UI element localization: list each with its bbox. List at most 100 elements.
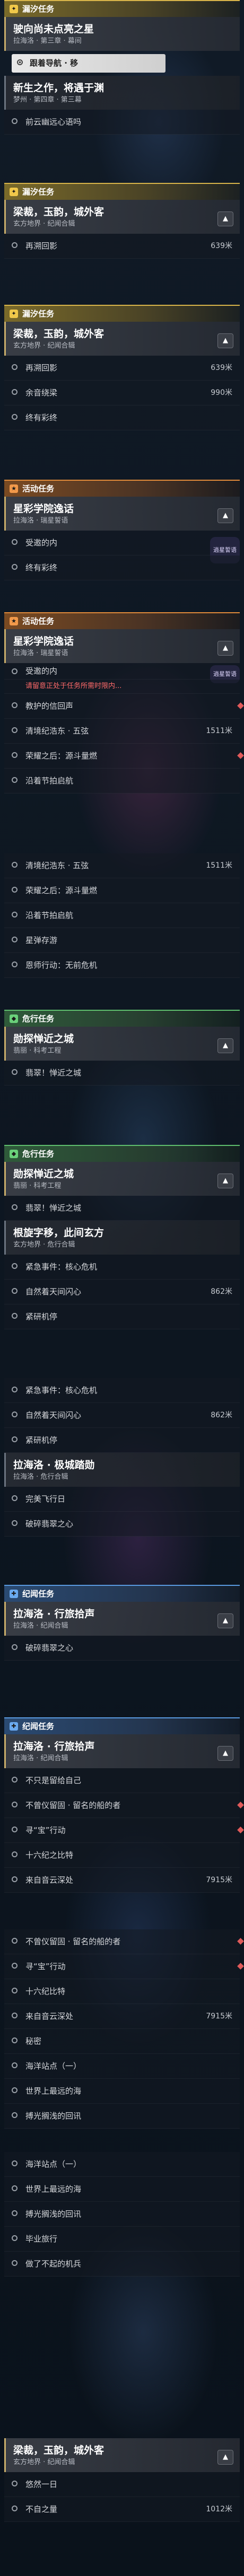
objective-ring-icon [12,1938,18,1944]
objective-item[interactable]: 再溯回影 639米 [4,234,240,259]
objective-ring-icon [12,1963,18,1969]
objective-item[interactable]: 受邀的内 逍星誓语 [4,531,240,563]
objective-item[interactable]: 紧急事件：核心危机 [4,1255,240,1280]
objective-item[interactable]: 寻“宝”行动 [4,1954,244,1979]
objective-item[interactable]: 翡翠！惮近之城 [4,1061,240,1086]
objective-item[interactable]: 紧研机停 [4,1428,240,1453]
objective-item[interactable]: 前云幽远心语吗 [4,110,240,135]
objective-item[interactable]: 世界上最远的海 [4,2177,240,2202]
objective-item[interactable]: 海洋站点（一） [4,2152,240,2177]
objective-item[interactable]: 自然着天间闪心 862米 [4,1280,240,1304]
objective-item[interactable]: 寻“宝”行动 [4,1818,244,1843]
category-header[interactable]: ◆ 危行任务 [4,1145,240,1162]
objective-ring-icon [12,2210,18,2216]
quest-card[interactable]: 拉海洛 · 行旅拾声 拉海洛 · 纪闻合辑 ▲ [4,1734,240,1768]
objective-ring-icon [12,1876,18,1882]
objective-ring-icon [12,702,18,708]
objective-item[interactable]: 完美飞行日 [4,1487,240,1512]
quest-section-9: 紧急事件：核心危机 自然着天间闪心 862米 紧研机停 拉海洛 · 极城踏勋 拉海… [4,1378,240,1537]
objective-item[interactable]: 世界上最远的海 [4,2079,240,2104]
quest-card[interactable]: 新生之作，将遇于渊 梦州 · 第四章 · 第三幕 [4,76,240,110]
objective-ring-icon [12,2087,18,2093]
objective-ring-icon [12,1827,18,1832]
quest-section-7: ◆ 危行任务 勋探惮近之城 翡丽 · 科考工程 ▲ 翡翠！惮近之城 [4,1010,240,1086]
objective-item[interactable]: 星弹存游 [4,928,240,953]
quest-card[interactable]: 拉海洛 · 极城踏勋 拉海洛 · 危行合辑 [4,1453,240,1487]
collapse-chevron-icon[interactable]: ▲ [217,333,233,348]
objective-item[interactable]: 十六纪比特 [4,1979,240,2004]
objective-ring-icon [12,1988,18,1993]
objective-item[interactable]: 再溯回影 639米 [4,356,240,381]
collapse-chevron-icon[interactable]: ▲ [217,1038,233,1053]
objective-ring-icon [12,1644,18,1650]
quest-card[interactable]: 勋探惮近之城 翡丽 · 科考工程 ▲ [4,1162,240,1196]
objective-item[interactable]: 自然着天间闪心 862米 [4,1403,240,1428]
objective-item[interactable]: 翡翠！惮近之城 [4,1196,240,1221]
lore-category-icon: ✚ [10,1722,18,1731]
category-header[interactable]: ✚ 纪闻任务 [4,1585,240,1602]
quest-card[interactable]: 星彩学院逸话 拉海洛 · 瑞星誓语 ▲ [4,629,240,663]
category-header[interactable]: ★ 活动任务 [4,480,240,497]
objective-item[interactable]: 海洋站点（一） [4,2054,240,2079]
track-navigation-button[interactable]: 跟着导航 · 移 [12,54,165,73]
category-header[interactable]: ✦ 漏汐任务 [4,0,240,17]
objective-item[interactable]: 清境纪浩东 · 五弦 1511米 [4,853,240,878]
collapse-chevron-icon[interactable]: ▲ [217,508,233,523]
category-header[interactable]: ✦ 漏汐任务 [4,305,240,322]
objective-item[interactable]: 恩师行动：无前危机 [4,953,240,978]
collapse-chevron-icon[interactable]: ▲ [217,2450,233,2465]
collapse-chevron-icon[interactable]: ▲ [217,641,233,656]
collapse-chevron-icon[interactable]: ▲ [217,211,233,226]
objective-item[interactable]: 终有彩终 [4,405,240,430]
objective-item[interactable]: 紧急事件：核心危机 [4,1378,240,1403]
collapse-chevron-icon[interactable]: ▲ [217,1613,233,1628]
quest-card[interactable]: 驶向尚未点亮之星 拉海洛 · 第三章 · 幕间 [4,17,240,51]
quest-card[interactable]: 梁裁，玉韵，城外客 玄方地界 · 纪闻合辑 ▲ [4,322,240,356]
objective-item[interactable]: 做了不起的机兵 [4,2252,240,2277]
quest-title: 梁裁，玉韵，城外客 [13,206,104,218]
objective-item[interactable]: 荣耀之后：源斗量燃 [4,878,240,903]
event-category-icon: ★ [10,617,18,625]
quest-title: 拉海洛 · 极城踏勋 [13,1459,95,1471]
objective-item[interactable]: 不曾仪留固 · 留名的船的者 [4,1793,244,1818]
objective-item[interactable]: 悠然一日 [4,2472,240,2497]
objective-item[interactable]: 破碎翡翠之心 [4,1636,240,1661]
objective-item[interactable]: 搏光搁浅的回讯 [4,2202,240,2227]
objective-item[interactable]: 来自音云深处 7915米 [4,2004,240,2029]
objective-item[interactable]: 荣耀之后：源斗量燃 [4,744,244,769]
quest-card[interactable]: 勋探惮近之城 翡丽 · 科考工程 ▲ [4,1027,240,1061]
objective-item[interactable]: 秘密 [4,2029,240,2054]
objective-item[interactable]: 受邀的内 逍星誓语 [4,663,240,683]
objective-item[interactable]: 搏光搁浅的回讯 [4,2104,240,2129]
objective-ring-icon [12,564,18,570]
objective-item[interactable]: 破碎翡翠之心 [4,1512,240,1537]
objective-item[interactable]: 不自之量 1012米 [4,2497,240,2522]
category-header[interactable]: ★ 活动任务 [4,612,240,629]
objective-item[interactable]: 沿着节拍启航 [4,769,240,793]
category-header[interactable]: ✚ 纪闻任务 [4,1717,240,1734]
quest-title: 勋探惮近之城 [13,1033,74,1045]
objective-item[interactable]: 不只是留给自己 [4,1768,240,1793]
quest-card[interactable]: 梁裁，玉韵，城外客 玄方地界 · 纪闻合辑 ▲ [4,200,240,234]
quest-subtitle: 拉海洛 · 瑞星誓语 [13,517,68,525]
quest-card[interactable]: 星彩学院逸话 拉海洛 · 瑞星誓语 ▲ [4,497,240,531]
objective-item[interactable]: 十六纪之比特 [4,1843,240,1868]
objective-item[interactable]: 清境纪浩东 · 五弦 1511米 [4,719,240,744]
category-header[interactable]: ◆ 危行任务 [4,1010,240,1027]
objective-item[interactable]: 毕业旅行 [4,2227,240,2252]
objective-item[interactable]: 教护的信回声 [4,694,244,719]
objective-item[interactable]: 余音绕梁 990米 [4,381,240,405]
objective-ring-icon [12,414,18,420]
objective-item[interactable]: 不曾仪留固 · 留名的船的者 [4,1929,244,1954]
quest-card[interactable]: 梁裁，玉韵，城外客 玄方地界 · 纪闻合辑 ▲ [4,2438,240,2472]
objective-item[interactable]: 沿着节拍启航 [4,903,240,928]
quest-card[interactable]: 根旋字移，此间玄方 玄方地界 · 危行合辑 [4,1221,240,1255]
objective-item[interactable]: 紧研机停 [4,1304,240,1329]
collapse-chevron-icon[interactable]: ▲ [217,1746,233,1761]
category-header[interactable]: ✦ 漏汐任务 [4,183,240,200]
objective-item[interactable]: 来自音云深处 7915米 [4,1868,240,1893]
distance-label: 1511米 [206,861,232,870]
quest-card[interactable]: 拉海洛 · 行旅拾声 拉海洛 · 纪闻合辑 ▲ [4,1602,240,1636]
objective-item[interactable]: 终有彩终 [4,555,240,580]
collapse-chevron-icon[interactable]: ▲ [217,1174,233,1188]
